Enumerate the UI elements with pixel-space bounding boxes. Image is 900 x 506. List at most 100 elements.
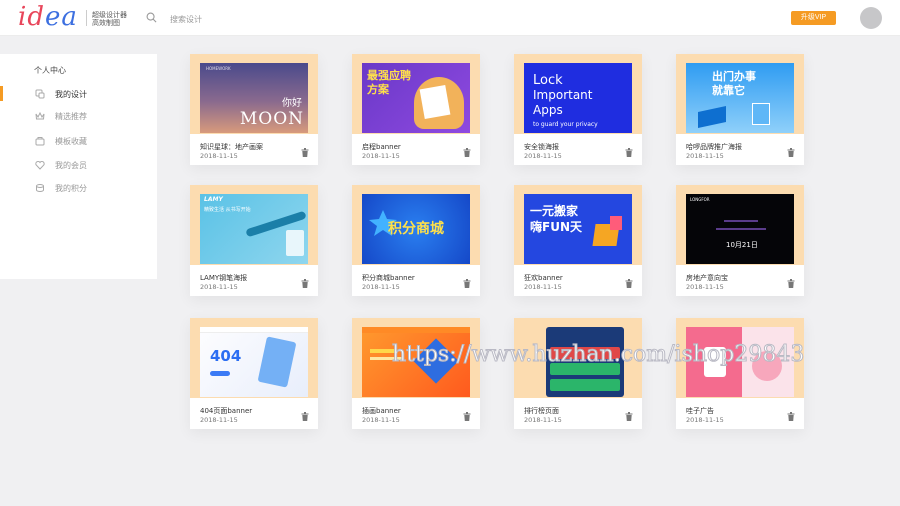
preview-text: Lock <box>533 73 563 88</box>
card-title: 启程banner <box>362 143 401 151</box>
search-icon[interactable] <box>146 12 157 23</box>
upgrade-vip-button[interactable]: 升级VIP <box>791 11 836 25</box>
card-date: 2018-11-15 <box>362 416 400 424</box>
logo[interactable]: idea <box>18 2 78 32</box>
logo-text-main: id <box>18 2 45 32</box>
favorite-icon <box>35 137 45 146</box>
card-title: 哇子广告 <box>686 407 714 415</box>
sidebar-item-membership[interactable]: 我的会员 <box>0 155 157 175</box>
delete-icon[interactable] <box>625 412 633 421</box>
preview-text: 嗨FUN天 <box>530 220 582 234</box>
card-date: 2018-11-15 <box>200 416 238 424</box>
card-thumbnail[interactable]: Lock Important Apps to guard your privac… <box>514 54 642 134</box>
card-date: 2018-11-15 <box>362 152 400 160</box>
design-card[interactable]: 插画banner 2018-11-15 <box>352 318 480 429</box>
delete-icon[interactable] <box>463 412 471 421</box>
tagline: 超级设计器 高效制图 <box>92 11 127 27</box>
design-card[interactable]: LAMY 精致生活 从书写开始 LAMY钢笔海报 2018-11-15 <box>190 185 318 296</box>
delete-icon[interactable] <box>787 148 795 157</box>
delete-icon[interactable] <box>625 148 633 157</box>
sidebar-item-label: 我的积分 <box>55 184 87 193</box>
card-date: 2018-11-15 <box>686 283 724 291</box>
delete-icon[interactable] <box>787 412 795 421</box>
delete-icon[interactable] <box>463 279 471 288</box>
preview-text: 你好 <box>282 98 302 109</box>
sidebar-title: 个人中心 <box>34 66 66 75</box>
preview-text: 一元搬家 <box>530 204 579 218</box>
tagline-line2: 高效制图 <box>92 19 120 27</box>
design-card[interactable]: 404 404页面banner 2018-11-15 <box>190 318 318 429</box>
card-date: 2018-11-15 <box>524 283 562 291</box>
delete-icon[interactable] <box>301 279 309 288</box>
avatar[interactable] <box>860 7 882 29</box>
delete-icon[interactable] <box>787 279 795 288</box>
preview-text: 方案 <box>367 83 389 96</box>
sidebar-item-points[interactable]: 我的积分 <box>0 178 157 198</box>
card-title: 排行榜页面 <box>524 407 559 415</box>
card-thumbnail[interactable]: HOMEWORK 你好 MOON <box>190 54 318 134</box>
preview-text: to guard your privacy <box>533 121 598 128</box>
card-date: 2018-11-15 <box>686 416 724 424</box>
logo-text-tail: ea <box>44 2 78 32</box>
design-card[interactable]: 积分商城 积分商城banner 2018-11-15 <box>352 185 480 296</box>
design-card[interactable]: 出门办事 就靠它 哈啰品牌推广海报 2018-11-15 <box>676 54 804 165</box>
delete-icon[interactable] <box>463 148 471 157</box>
card-title: 知识星球：地产画案 <box>200 143 263 151</box>
delete-icon[interactable] <box>625 279 633 288</box>
preview-text: 404 <box>210 347 242 365</box>
card-date: 2018-11-15 <box>200 152 238 160</box>
card-thumbnail[interactable]: 积分商城 <box>352 185 480 265</box>
card-thumbnail[interactable]: 出门办事 就靠它 <box>676 54 804 134</box>
preview-text: 就靠它 <box>712 84 745 97</box>
card-date: 2018-11-15 <box>362 283 400 291</box>
design-card[interactable]: 一元搬家 嗨FUN天 狂欢banner 2018-11-15 <box>514 185 642 296</box>
sidebar-item-my-designs[interactable]: 我的设计 <box>0 84 157 104</box>
design-card[interactable]: 排行榜页面 2018-11-15 <box>514 318 642 429</box>
card-date: 2018-11-15 <box>524 152 562 160</box>
card-title: 安全锁海报 <box>524 143 559 151</box>
card-thumbnail[interactable]: 404 <box>190 318 318 398</box>
preview-text: LAMY <box>204 196 223 203</box>
card-title: LAMY钢笔海报 <box>200 274 248 282</box>
card-title: 哈啰品牌推广海报 <box>686 143 742 151</box>
delete-icon[interactable] <box>301 148 309 157</box>
card-thumbnail[interactable]: LAMY 精致生活 从书写开始 <box>190 185 318 265</box>
design-card[interactable]: LONGFOR 10月21日 房地产意向宝 2018-11-15 <box>676 185 804 296</box>
design-card[interactable]: 最强应聘 方案 启程banner 2018-11-15 <box>352 54 480 165</box>
card-thumbnail[interactable]: LONGFOR 10月21日 <box>676 185 804 265</box>
card-title: 积分商城banner <box>362 274 415 282</box>
sidebar-item-label: 精选推荐 <box>55 112 87 121</box>
card-date: 2018-11-15 <box>524 416 562 424</box>
preview-text: 10月21日 <box>726 241 758 249</box>
sidebar-item-recommended[interactable]: 精选推荐 <box>0 106 157 126</box>
design-card[interactable]: 哇子广告 2018-11-15 <box>676 318 804 429</box>
tagline-line1: 超级设计器 <box>92 11 127 19</box>
search-input[interactable] <box>170 11 370 27</box>
card-date: 2018-11-15 <box>686 152 724 160</box>
preview-text: Apps <box>533 103 563 117</box>
sidebar: 个人中心 我的设计 精选推荐 模板收藏 我的会员 我的积分 <box>0 54 157 279</box>
card-title: 404页面banner <box>200 407 253 415</box>
crown-icon <box>35 111 45 120</box>
design-icon <box>35 89 45 99</box>
card-date: 2018-11-15 <box>200 283 238 291</box>
sidebar-item-favorites[interactable]: 模板收藏 <box>0 131 157 151</box>
design-card[interactable]: HOMEWORK 你好 MOON 知识星球：地产画案 2018-11-15 <box>190 54 318 165</box>
member-icon <box>35 160 45 170</box>
design-card[interactable]: Lock Important Apps to guard your privac… <box>514 54 642 165</box>
sidebar-item-label: 我的会员 <box>55 161 87 170</box>
preview-text: 精致生活 从书写开始 <box>204 207 251 213</box>
preview-text: 积分商城 <box>388 221 444 237</box>
watermark: https://www.huzhan.com/ishop29843 <box>391 342 805 368</box>
top-bar: idea 超级设计器 高效制图 升级VIP <box>0 0 900 36</box>
points-icon <box>36 184 44 192</box>
sidebar-item-label: 我的设计 <box>55 90 87 99</box>
delete-icon[interactable] <box>301 412 309 421</box>
preview-text: MOON <box>239 109 304 129</box>
card-thumbnail[interactable]: 最强应聘 方案 <box>352 54 480 134</box>
card-thumbnail[interactable]: 一元搬家 嗨FUN天 <box>514 185 642 265</box>
card-title: 插画banner <box>362 407 401 415</box>
card-title: 狂欢banner <box>524 274 563 282</box>
active-indicator <box>0 86 3 101</box>
preview-text: LONGFOR <box>690 197 710 202</box>
